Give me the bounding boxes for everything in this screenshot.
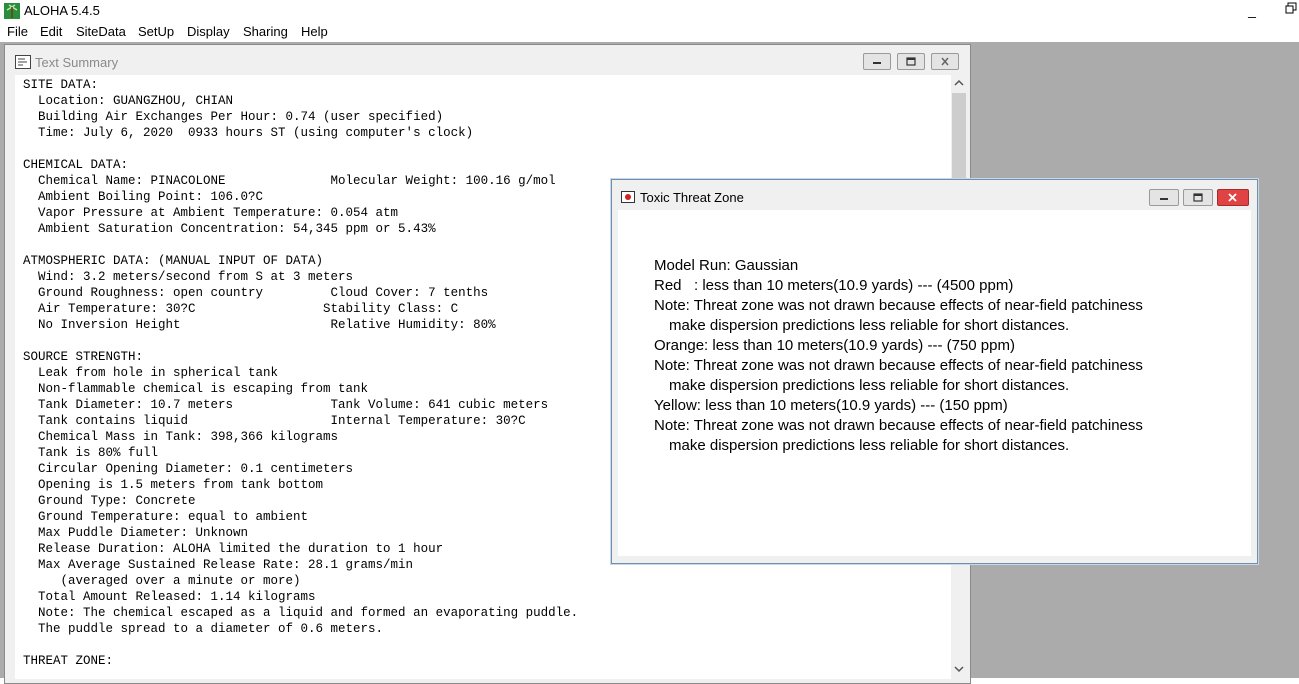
- menu-setup[interactable]: SetUp: [138, 24, 174, 39]
- scroll-up-arrow-icon[interactable]: [951, 75, 967, 91]
- app-title-bar: ALOHA 5.4.5 _: [0, 0, 1299, 22]
- scroll-down-arrow-icon[interactable]: [951, 661, 967, 677]
- threat-zone-close-button[interactable]: [1217, 189, 1249, 206]
- menu-edit[interactable]: Edit: [40, 24, 62, 39]
- app-title: ALOHA 5.4.5: [24, 3, 100, 18]
- restore-icon: [1193, 193, 1203, 202]
- toxic-threat-zone-title-bar[interactable]: Toxic Threat Zone: [612, 180, 1257, 210]
- toxic-threat-zone-content: Model Run: Gaussian Red : less than 10 m…: [618, 210, 1251, 556]
- menu-file[interactable]: File: [7, 24, 28, 39]
- red-zone-note-continuation: make dispersion predictions less reliabl…: [669, 317, 1070, 334]
- app-restore-button[interactable]: [1285, 2, 1297, 14]
- orange-zone-line: Orange: less than 10 meters(10.9 yards) …: [654, 337, 1015, 354]
- text-summary-title-bar[interactable]: Text Summary: [5, 45, 970, 73]
- threat-zone-minimize-button[interactable]: [1149, 189, 1179, 206]
- toxic-threat-zone-title: Toxic Threat Zone: [640, 190, 744, 205]
- minimize-icon: [1160, 198, 1168, 200]
- menu-bar: File Edit SiteData SetUp Display Sharing…: [0, 22, 1299, 42]
- red-zone-note-line: Note: Threat zone was not drawn because …: [654, 297, 1143, 314]
- text-summary-title: Text Summary: [35, 55, 119, 70]
- toxic-threat-zone-window: Toxic Threat Zone Model Run: Gaussian Re…: [611, 179, 1258, 564]
- yellow-zone-note-continuation: make dispersion predictions less reliabl…: [669, 437, 1070, 454]
- orange-zone-note-line: Note: Threat zone was not drawn because …: [654, 357, 1143, 374]
- close-icon: [941, 57, 949, 66]
- threat-zone-text: Model Run: Gaussian Red : less than 10 m…: [654, 256, 1143, 456]
- minimize-icon: [873, 62, 881, 64]
- yellow-zone-note-line: Note: Threat zone was not drawn because …: [654, 417, 1143, 434]
- text-summary-close-button[interactable]: [931, 53, 959, 70]
- menu-sharing[interactable]: Sharing: [243, 24, 288, 39]
- orange-zone-note-continuation: make dispersion predictions less reliabl…: [669, 377, 1070, 394]
- restore-icon: [906, 57, 916, 66]
- threat-zone-maximize-button[interactable]: [1183, 189, 1213, 206]
- yellow-zone-line: Yellow: less than 10 meters(10.9 yards) …: [654, 397, 1008, 414]
- close-icon: [1228, 193, 1237, 202]
- palm-tree-icon: [4, 3, 20, 19]
- menu-display[interactable]: Display: [187, 24, 230, 39]
- model-run-line: Model Run: Gaussian: [654, 257, 799, 274]
- threat-zone-icon: [621, 191, 635, 203]
- red-zone-line: Red : less than 10 meters(10.9 yards) --…: [654, 277, 1014, 294]
- menu-help[interactable]: Help: [301, 24, 328, 39]
- app-minimize-button[interactable]: _: [1244, 0, 1260, 20]
- text-summary-maximize-button[interactable]: [897, 53, 925, 70]
- text-summary-minimize-button[interactable]: [863, 53, 891, 70]
- menu-sitedata[interactable]: SiteData: [76, 24, 126, 39]
- text-document-icon: [15, 55, 31, 69]
